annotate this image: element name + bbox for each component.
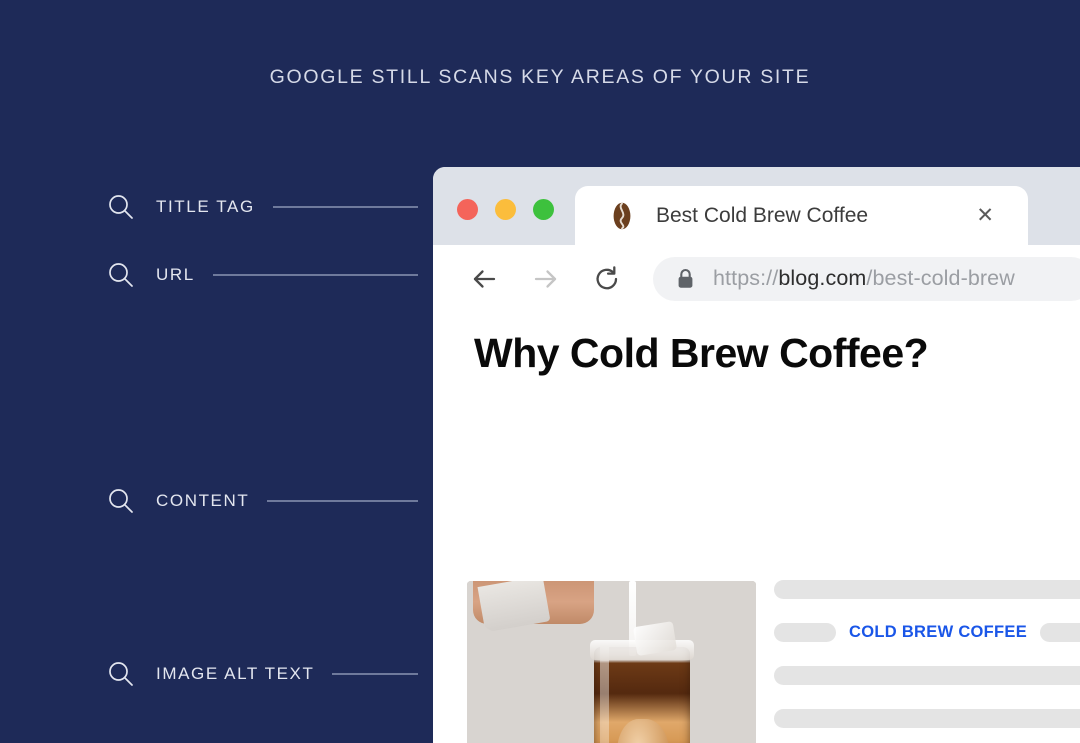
connector-line: [332, 673, 418, 675]
address-bar[interactable]: https://blog.com/best-cold-brew: [653, 256, 1080, 301]
search-icon: [109, 662, 133, 686]
text-line: [774, 580, 1080, 599]
browser-tab[interactable]: Best Cold Brew Coffee ✕: [575, 186, 1028, 245]
maximize-window-button[interactable]: [533, 199, 554, 220]
coffee-bean-icon: [613, 202, 631, 229]
page-title: GOOGLE STILL SCANS KEY AREAS OF YOUR SIT…: [269, 66, 811, 88]
close-icon[interactable]: ✕: [976, 205, 994, 226]
placeholder-bar: [774, 580, 1080, 599]
url-domain: blog.com: [778, 266, 867, 290]
scan-item-title-tag[interactable]: TITLE TAG: [0, 190, 433, 224]
milk-pitcher: [477, 581, 552, 633]
scan-item-image-alt-text[interactable]: IMAGE ALT TEXT: [0, 657, 433, 691]
scan-item-label: URL: [156, 265, 195, 284]
text-line: [774, 709, 1080, 728]
search-icon: [109, 489, 133, 513]
minimize-window-button[interactable]: [495, 199, 516, 220]
placeholder-bar: [774, 666, 1080, 685]
article-heading: Why Cold Brew Coffee?: [474, 330, 929, 376]
scan-areas-list: TITLE TAG URL CONTENT IMAGE ALT TEXT: [0, 160, 433, 743]
browser-tab-strip: Best Cold Brew Coffee ✕: [433, 167, 1080, 245]
browser-window: Best Cold Brew Coffee ✕ https://blog.com…: [433, 167, 1080, 743]
url-path: /best-cold-brew: [866, 266, 1015, 290]
reload-icon[interactable]: [592, 264, 622, 294]
page-content: Why Cold Brew Coffee? <alt="Glass of col…: [433, 312, 1080, 743]
close-window-button[interactable]: [457, 199, 478, 220]
scan-item-content[interactable]: CONTENT: [0, 484, 433, 518]
connector-line: [272, 206, 418, 208]
arrow-right-icon[interactable]: [531, 264, 561, 294]
search-icon: [109, 195, 133, 219]
lock-icon: [678, 268, 693, 288]
tab-title: Best Cold Brew Coffee: [656, 203, 869, 227]
placeholder-bar: [774, 709, 1080, 728]
connector-line: [267, 500, 418, 502]
coffee-photo: [467, 581, 756, 743]
search-icon: [109, 263, 133, 287]
window-controls: [457, 199, 554, 220]
browser-toolbar: https://blog.com/best-cold-brew: [433, 245, 1080, 312]
article-body-column: COLD BREW COFFEE COLD BREW COFFEE: [774, 580, 1080, 743]
scan-item-label: CONTENT: [156, 491, 250, 510]
text-line: [774, 666, 1080, 685]
url-scheme: https://: [713, 266, 779, 290]
scan-item-label: TITLE TAG: [156, 197, 255, 216]
connector-line: [212, 274, 418, 276]
scan-item-url[interactable]: URL: [0, 258, 433, 292]
arrow-left-icon[interactable]: [469, 264, 499, 294]
cold-brew-jar: [594, 647, 690, 743]
placeholder-bar: [774, 623, 836, 642]
placeholder-bar: [1040, 623, 1080, 642]
url-text: https://blog.com/best-cold-brew: [713, 266, 1015, 291]
text-line-with-link: COLD BREW COFFEE: [774, 623, 1080, 642]
article-image: <alt="Glass of cold brew coffee with mil…: [467, 581, 756, 743]
inline-link[interactable]: COLD BREW COFFEE: [849, 623, 1027, 642]
scan-item-label: IMAGE ALT TEXT: [156, 664, 315, 683]
